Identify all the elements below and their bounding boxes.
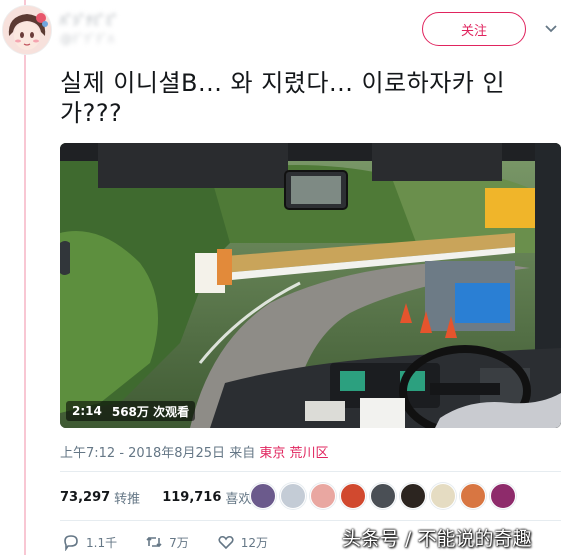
chevron-down-icon[interactable] [544, 22, 558, 36]
video-duration: 2:14 [72, 404, 102, 418]
liker-avatar[interactable] [460, 483, 486, 509]
location-link[interactable]: 東京 荒川区 [259, 446, 328, 461]
retweet-count[interactable]: 73,297 [60, 490, 110, 505]
video-frame [60, 143, 561, 428]
user-name[interactable]: ﾊﾞｼﾞﾅﾐﾞﾐﾞ [60, 10, 119, 29]
liker-avatar[interactable] [340, 483, 366, 509]
watermark: 头条号 / 不能说的奇趣 [342, 528, 532, 550]
reply-icon [64, 535, 78, 551]
video-badge: 2:14 568万 次观看 [66, 401, 196, 421]
like-count[interactable]: 119,716 [162, 490, 221, 505]
heart-icon [218, 535, 234, 550]
liker-avatars [250, 483, 516, 509]
tweet-timestamp[interactable]: 上午7:12 - 2018年8月25日 [60, 446, 225, 461]
liker-avatar[interactable] [490, 483, 516, 509]
liker-avatar[interactable] [250, 483, 276, 509]
tweet-actions: 1.1千 7万 12万 [62, 533, 296, 551]
user-handle[interactable]: @ﾃﾞﾂﾞﾃﾞﾊ [60, 30, 114, 47]
divider [60, 471, 561, 472]
divider [60, 520, 561, 521]
tweet-stats: 73,297 转推 119,716 喜欢 [60, 488, 251, 507]
reply-button[interactable]: 1.1千 [62, 533, 117, 551]
retweet-button[interactable]: 7万 [145, 533, 189, 551]
reply-count: 1.1千 [86, 535, 118, 550]
liker-avatar[interactable] [400, 483, 426, 509]
retweet-icon [146, 536, 162, 548]
video-player[interactable] [60, 143, 561, 428]
source-label: 来自 [229, 446, 256, 461]
liker-avatar[interactable] [310, 483, 336, 509]
liker-avatar[interactable] [370, 483, 396, 509]
tweet-meta: 上午7:12 - 2018年8月25日 来自 東京 荒川区 [60, 442, 328, 461]
avatar-illustration [3, 6, 51, 54]
liker-avatar[interactable] [430, 483, 456, 509]
like-action-count: 12万 [240, 535, 269, 550]
retweet-label[interactable]: 转推 [114, 488, 140, 507]
retweet-action-count: 7万 [169, 535, 189, 550]
thread-line [24, 0, 26, 555]
tweet-text: 실제 이니셜B... 와 지렸다... 이로하자카 인가??? [60, 69, 506, 127]
avatar[interactable] [2, 5, 52, 55]
like-button[interactable]: 12万 [217, 533, 268, 551]
follow-button[interactable]: 关注 [422, 12, 526, 46]
liker-avatar[interactable] [280, 483, 306, 509]
like-label[interactable]: 喜欢 [225, 488, 251, 507]
video-views: 568万 次观看 [111, 404, 190, 419]
